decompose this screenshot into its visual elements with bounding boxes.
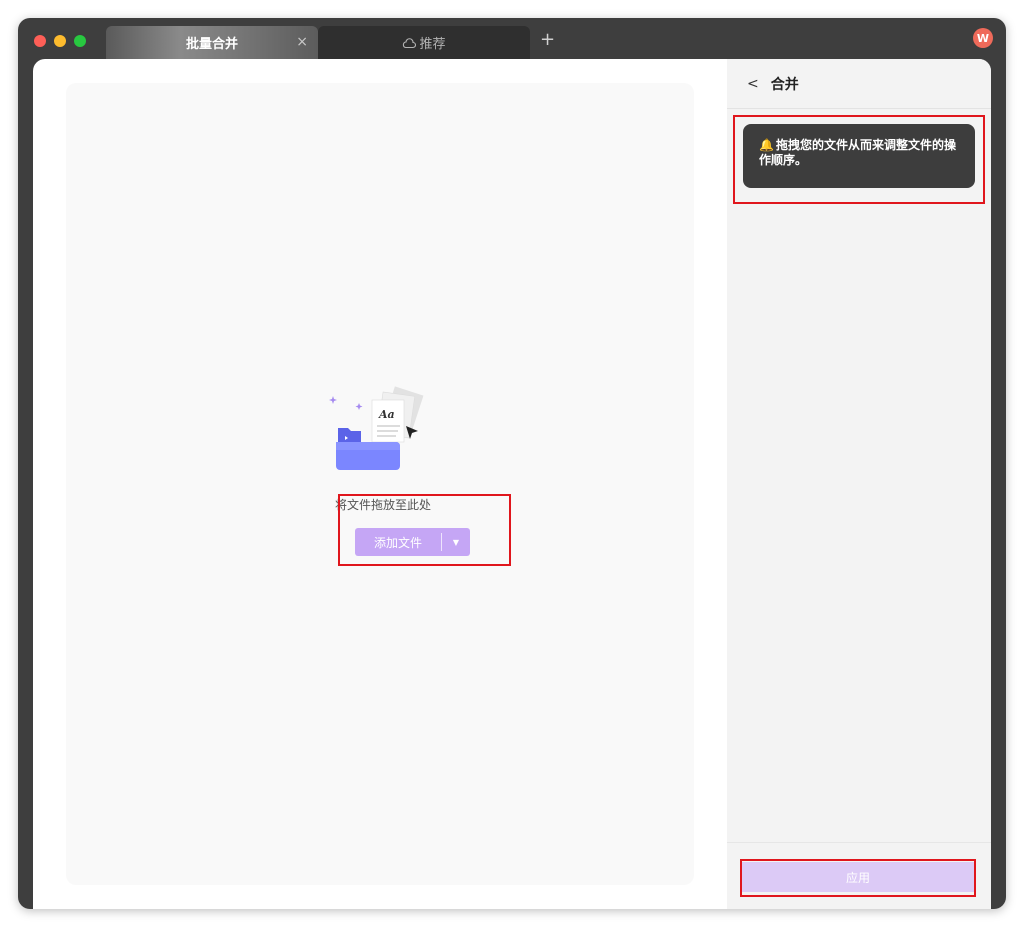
close-window-button[interactable] [34,35,46,47]
tab-recommend[interactable]: 推荐 [318,26,530,59]
app-window: 批量合并 × 推荐 + W Aa 将文件拖放至此处 添加文件 ▼ < 合并 🔔 … [18,18,1006,909]
sidebar-title: 合并 [770,76,799,93]
merge-sidebar: < 合并 🔔 拖拽您的文件从而来调整文件的操作顺序。 应用 [727,59,991,909]
main-content: Aa 将文件拖放至此处 添加文件 ▼ < 合并 🔔 拖拽您的文件从而来调整文件的… [33,59,991,909]
minimize-window-button[interactable] [54,35,66,47]
svg-text:Aa: Aa [378,408,395,421]
highlight-box-apply [740,859,976,897]
sidebar-header: < 合并 [727,59,991,109]
back-arrow-icon[interactable]: < [747,76,759,92]
title-bar: 批量合并 × 推荐 + W [18,18,1006,59]
zoom-window-button[interactable] [74,35,86,47]
file-drop-zone[interactable]: Aa 将文件拖放至此处 添加文件 ▼ [66,83,694,885]
tab-label: 推荐 [419,37,446,52]
tab-label: 批量合并 [185,37,238,52]
tab-batch-merge[interactable]: 批量合并 × [106,26,318,59]
highlight-box-tip [733,115,985,204]
close-tab-icon[interactable]: × [296,34,308,50]
highlight-box-add-files [338,494,511,566]
folder-documents-illustration: Aa [329,386,424,470]
cloud-icon [403,37,417,48]
avatar[interactable]: W [973,28,993,48]
sidebar-footer: 应用 [727,842,991,909]
new-tab-button[interactable]: + [540,29,555,50]
